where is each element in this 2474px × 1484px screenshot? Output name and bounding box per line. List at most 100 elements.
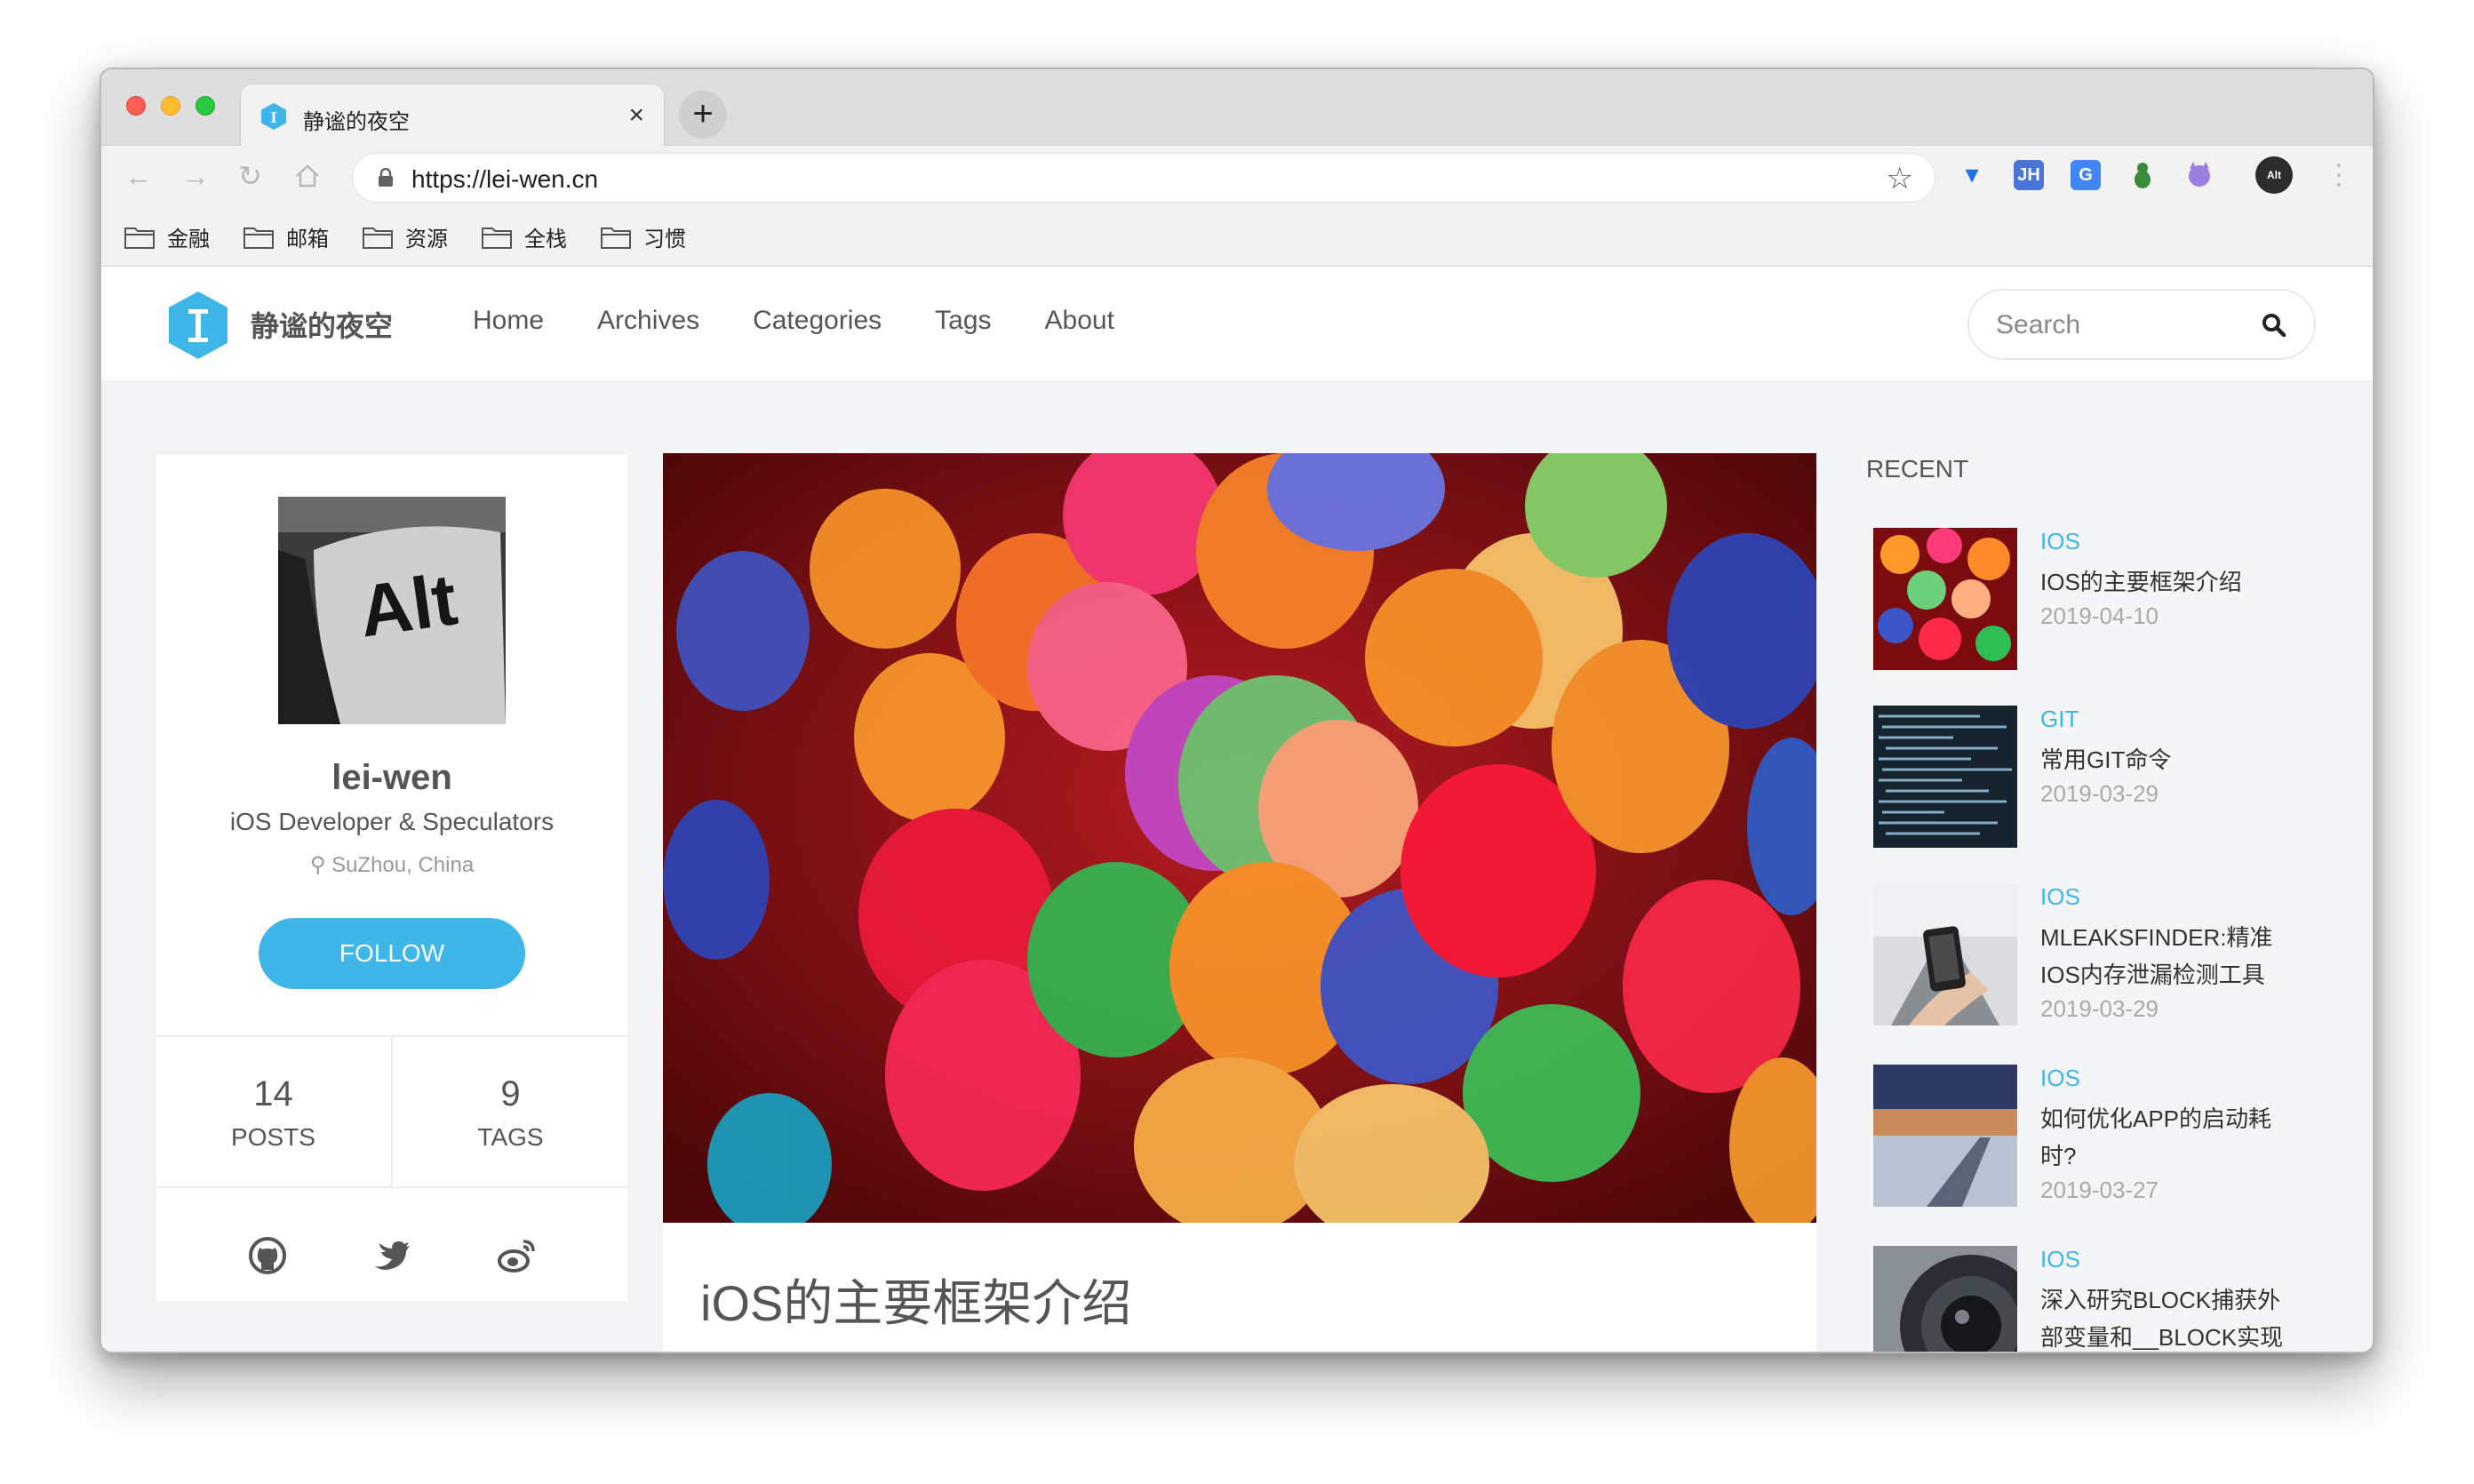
recent-thumbnail[interactable] xyxy=(1873,528,2017,670)
recent-thumbnail[interactable] xyxy=(1873,883,2017,1025)
recent-category[interactable]: IOS xyxy=(2040,1246,2080,1273)
reload-icon[interactable]: ↻ xyxy=(238,160,262,192)
avatar-text: Alt xyxy=(355,559,462,652)
tags-stat[interactable]: 9 TAGS xyxy=(391,1037,628,1186)
follow-button[interactable]: FOLLOW xyxy=(259,918,525,989)
profile-stats: 14 POSTS 9 TAGS xyxy=(156,1035,628,1188)
bookmark-label: 资源 xyxy=(405,227,448,251)
avatar: Alt xyxy=(278,497,506,724)
posts-label: POSTS xyxy=(231,1123,315,1151)
recent-category[interactable]: GIT xyxy=(2040,706,2079,733)
search-icon[interactable] xyxy=(2261,312,2287,339)
recent-item[interactable]: IOS IOS的主要框架介绍 2019-04-10 xyxy=(1873,528,2300,679)
bookmark-star-icon[interactable]: ☆ xyxy=(1887,161,1913,196)
recent-title[interactable]: 深入研究BLOCK捕获外部变量和__BLOCK实现 xyxy=(2040,1281,2298,1352)
folder-icon xyxy=(601,227,631,249)
recent-title[interactable]: MLEAKSFINDER:精准IOS内存泄漏检测工具 xyxy=(2040,919,2298,993)
recent-heading: RECENT xyxy=(1866,455,1969,483)
article-card: iOS的主要框架介绍 xyxy=(663,1223,1816,1352)
back-icon[interactable]: ← xyxy=(124,160,153,192)
recent-category[interactable]: IOS xyxy=(2040,883,2080,911)
bookmark-label: 金融 xyxy=(167,227,210,251)
nav-tags[interactable]: Tags xyxy=(935,306,991,336)
profile-location: ⚲ SuZhou, China xyxy=(156,852,628,878)
page-body: Alt lei-wen iOS Developer & Speculators … xyxy=(101,382,2373,1352)
lock-icon xyxy=(379,168,393,187)
recent-item[interactable]: GIT 常用GIT命令 2019-03-29 xyxy=(1873,706,2300,857)
folder-icon xyxy=(124,227,155,249)
folder-icon xyxy=(363,227,393,249)
browser-toolbar: ← → ↻ https://lei-wen.cn ☆ ▾ JH G Alt ⋮ xyxy=(101,146,2373,208)
tags-count: 9 xyxy=(500,1074,521,1113)
recent-thumbnail[interactable] xyxy=(1873,1065,2017,1207)
search-input[interactable]: Search xyxy=(1967,289,2316,360)
search-placeholder: Search xyxy=(1996,310,2081,339)
tab-title: 静谧的夜空 xyxy=(303,110,410,134)
posts-stat[interactable]: 14 POSTS xyxy=(156,1037,391,1186)
folder-icon xyxy=(243,227,274,249)
recent-category[interactable]: IOS xyxy=(2040,528,2080,555)
url-text: https://lei-wen.cn xyxy=(411,165,599,193)
home-icon[interactable] xyxy=(293,162,322,190)
tab-close-icon[interactable]: × xyxy=(628,100,644,131)
nav-about[interactable]: About xyxy=(1045,306,1114,336)
jsonhandle-icon[interactable]: JH xyxy=(2014,160,2044,190)
new-tab-button[interactable]: + xyxy=(679,91,727,139)
recent-item[interactable]: IOS 深入研究BLOCK捕获外部变量和__BLOCK实现 xyxy=(1873,1246,2300,1352)
browser-tab[interactable]: I 静谧的夜空 × xyxy=(240,84,665,148)
recent-item[interactable]: IOS 如何优化APP的启动耗时? 2019-03-27 xyxy=(1873,1065,2300,1216)
social-links xyxy=(156,1236,628,1275)
recent-date: 2019-03-27 xyxy=(2040,1177,2159,1203)
address-bar[interactable]: https://lei-wen.cn ☆ xyxy=(352,153,1935,203)
nav-home[interactable]: Home xyxy=(473,306,544,336)
site-logo-icon[interactable] xyxy=(167,290,229,361)
recent-thumbnail[interactable] xyxy=(1873,1246,2017,1352)
location-text: SuZhou, China xyxy=(331,853,475,877)
recent-title[interactable]: 如何优化APP的启动耗时? xyxy=(2040,1100,2298,1175)
octotree-icon[interactable] xyxy=(2184,160,2215,190)
bookmark-folder-mail[interactable]: 邮箱 xyxy=(243,221,329,252)
bookmark-label: 全栈 xyxy=(524,227,567,251)
android-icon[interactable] xyxy=(2127,160,2158,190)
weibo-icon[interactable] xyxy=(497,1236,536,1275)
recent-item[interactable]: IOS MLEAKSFINDER:精准IOS内存泄漏检测工具 2019-03-2… xyxy=(1873,883,2300,1034)
bookmark-folder-resources[interactable]: 资源 xyxy=(363,221,448,252)
bookmark-label: 习惯 xyxy=(643,227,686,251)
site-name[interactable]: 静谧的夜空 xyxy=(251,304,393,345)
menu-icon[interactable]: ⋮ xyxy=(2325,158,2353,190)
vue-devtools-icon[interactable]: ▾ xyxy=(1957,160,1987,190)
close-window-button[interactable] xyxy=(126,96,146,116)
profile-avatar[interactable]: Alt xyxy=(2255,156,2293,194)
profile-title: iOS Developer & Speculators xyxy=(229,808,555,835)
nav-categories[interactable]: Categories xyxy=(753,306,882,336)
zoom-window-button[interactable] xyxy=(196,96,215,116)
bookmark-folder-fullstack[interactable]: 全栈 xyxy=(482,221,567,252)
article-hero-image[interactable] xyxy=(663,453,1816,1223)
location-pin-icon: ⚲ xyxy=(309,853,326,877)
bookmarks-bar: 金融 邮箱 资源 全栈 习惯 xyxy=(101,208,2373,267)
forward-icon[interactable]: → xyxy=(181,160,210,192)
window-controls xyxy=(126,96,215,116)
browser-window: I 静谧的夜空 × + ← → ↻ https://lei-wen.cn ☆ ▾… xyxy=(100,68,2374,1353)
tags-label: TAGS xyxy=(477,1123,544,1151)
recent-category[interactable]: IOS xyxy=(2040,1065,2080,1092)
profile-card: Alt lei-wen iOS Developer & Speculators … xyxy=(155,453,629,1303)
translate-icon[interactable]: G xyxy=(2071,160,2101,190)
twitter-icon[interactable] xyxy=(372,1236,411,1275)
site-favicon-icon: I xyxy=(261,103,286,130)
recent-title[interactable]: IOS的主要框架介绍 xyxy=(2040,563,2298,601)
site-header: 静谧的夜空 Home Archives Categories Tags Abou… xyxy=(101,267,2373,382)
svg-text:I: I xyxy=(270,108,276,126)
bookmark-folder-habits[interactable]: 习惯 xyxy=(601,221,686,252)
minimize-window-button[interactable] xyxy=(161,96,180,116)
posts-count: 14 xyxy=(253,1074,293,1113)
article-title[interactable]: iOS的主要框架介绍 xyxy=(700,1264,1131,1336)
nav-archives[interactable]: Archives xyxy=(597,306,699,336)
bookmark-folder-finance[interactable]: 金融 xyxy=(124,221,210,252)
recent-thumbnail[interactable] xyxy=(1873,706,2017,848)
profile-name: lei-wen xyxy=(331,758,452,797)
main-nav: Home Archives Categories Tags About xyxy=(473,306,1114,336)
github-icon[interactable] xyxy=(248,1236,287,1275)
recent-title[interactable]: 常用GIT命令 xyxy=(2040,741,2298,778)
title-bar: I 静谧的夜空 × + xyxy=(101,69,2373,148)
